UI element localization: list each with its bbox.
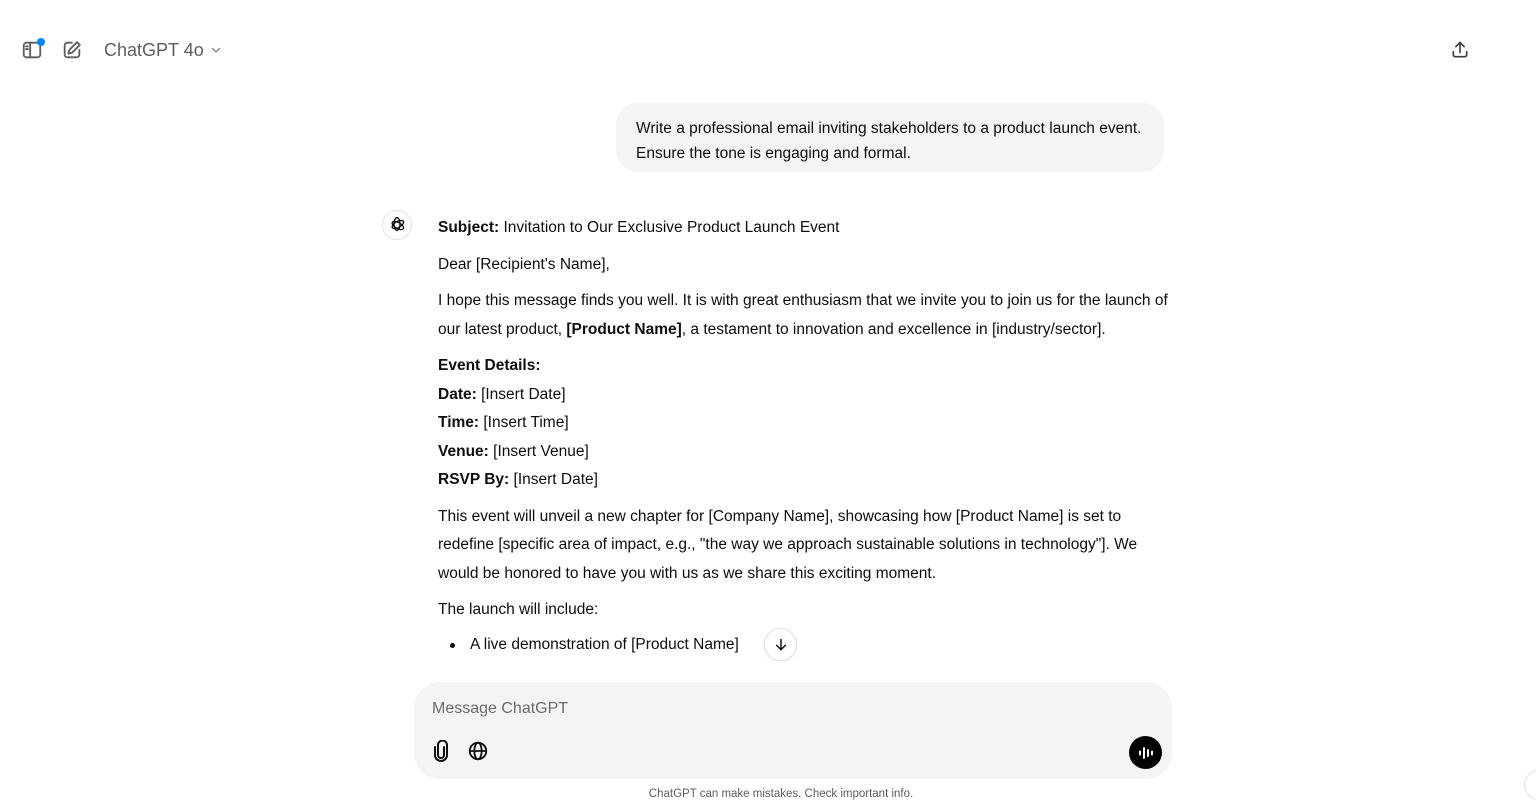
openai-logo-icon [391,217,405,231]
user-message-bubble: Write a professional email inviting stak… [616,103,1164,172]
message-input[interactable] [432,694,1132,724]
email-intro: I hope this message finds you well. It i… [438,287,1178,344]
assistant-message: Subject: Invitation to Our Exclusive Pro… [438,214,1178,681]
share-icon [1452,41,1468,58]
new-chat-icon [63,41,81,59]
paperclip-icon [434,740,448,762]
list-item: A live demonstration of [Product Name] [438,631,1178,659]
model-selector[interactable]: ChatGPT 4o [98,34,228,66]
arrow-down-icon [775,638,786,650]
email-subject: Subject: Invitation to Our Exclusive Pro… [438,214,1178,243]
unveil-paragraph: This event will unveil a new chapter for… [438,507,1138,582]
launch-list: A live demonstration of [Product Name] [438,631,1178,659]
share-button[interactable] [1444,34,1476,66]
globe-icon [468,741,488,761]
web-search-button[interactable] [464,737,492,765]
voice-mode-icon [1138,746,1153,759]
detail-venue: Venue: [Insert Venue] [438,442,589,460]
launch-includes-heading: The launch will include: [438,601,599,618]
top-bar: ChatGPT 4o [0,0,1536,100]
voice-mode-button[interactable] [1129,736,1162,769]
detail-date: Date: [Insert Date] [438,385,566,403]
disclaimer-text: ChatGPT can make mistakes. Check importa… [648,788,914,800]
assistant-avatar [382,210,412,240]
new-chat-button[interactable] [56,34,88,66]
sidebar-toggle-button[interactable] [16,34,48,66]
model-name: ChatGPT 4o [104,39,204,60]
notification-dot [37,38,45,46]
chevron-down-icon [210,44,222,56]
chat-app: ChatGPT 4o Write a professional email in… [0,0,1536,804]
intro-product-name: [Product Name] [566,320,682,338]
event-details-heading: Event Details: [438,357,541,374]
scroll-to-bottom-button[interactable] [764,628,797,661]
intro-text-after: , a testament to innovation and excellen… [681,320,1106,338]
subject-label: Subject: [438,219,500,236]
user-message-text: Write a professional email inviting stak… [636,120,1142,162]
email-greeting: Dear [Recipient's Name], [438,255,610,273]
detail-rsvp: RSVP By: [Insert Date] [438,471,598,488]
message-composer [414,682,1172,779]
subject-text: Invitation to Our Exclusive Product Laun… [499,219,840,236]
detail-time: Time: [Insert Time] [438,414,569,431]
attach-button[interactable] [428,737,454,765]
